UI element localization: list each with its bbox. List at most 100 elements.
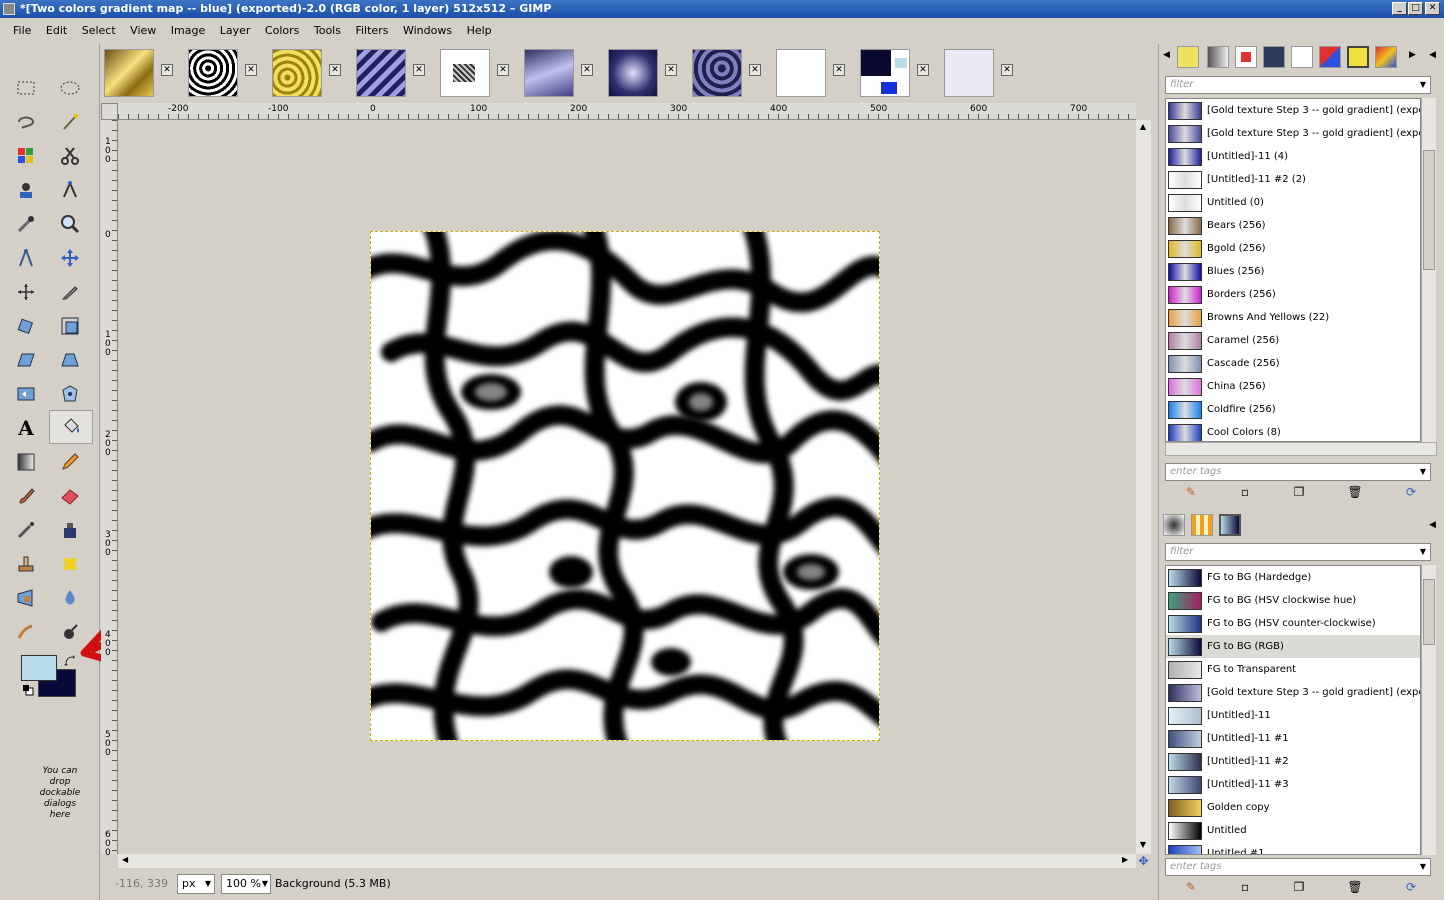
image-canvas[interactable] (370, 231, 880, 741)
palette-row[interactable]: China (256) (1166, 375, 1420, 398)
tab-scroll-left-icon[interactable]: ◀ (1163, 50, 1170, 60)
dock-menu-icon[interactable]: ◀ (1429, 50, 1436, 60)
gradient-row[interactable]: FG to BG (RGB) (1166, 635, 1420, 658)
palette-row[interactable]: [Untitled]-11 (4) (1166, 145, 1420, 168)
color-picker-tool[interactable] (9, 208, 43, 240)
blend-tool[interactable] (9, 446, 43, 478)
close-tab-icon[interactable]: ✕ (917, 64, 929, 76)
close-tab-icon[interactable]: ✕ (1001, 64, 1013, 76)
crop-tool[interactable] (53, 276, 87, 308)
tab-colormap[interactable] (1319, 46, 1341, 68)
delete-palette-icon[interactable]: 🗑 (1347, 485, 1363, 499)
alignment-tool[interactable] (9, 276, 43, 308)
gradient-row[interactable]: [Gold texture Step 3 -- gold gradient] (… (1166, 681, 1420, 704)
edit-palette-icon[interactable]: ✎ (1183, 485, 1199, 499)
palette-row[interactable]: [Untitled]-11 #2 (2) (1166, 168, 1420, 191)
palette-row[interactable]: Cool Colors (8) (1166, 421, 1420, 441)
tab-gradients[interactable] (1219, 514, 1241, 536)
perspective-tool[interactable] (53, 344, 87, 376)
duplicate-palette-icon[interactable]: ❐ (1291, 485, 1307, 499)
palette-row[interactable]: Blues (256) (1166, 260, 1420, 283)
gradients-tags[interactable]: enter tags ▼ (1165, 858, 1431, 876)
close-tab-icon[interactable]: ✕ (413, 64, 425, 76)
eraser-tool[interactable] (53, 480, 87, 512)
palettes-scrollbar[interactable] (1421, 98, 1436, 442)
gradients-list[interactable]: FG to BG (Hardedge) FG to BG (HSV clockwi… (1165, 565, 1421, 855)
image-tab-small-pattern[interactable] (440, 49, 490, 97)
ruler-corner[interactable] (101, 103, 118, 120)
scroll-right-icon[interactable]: ▶ (1122, 855, 1134, 867)
scroll-left-icon[interactable]: ◀ (122, 855, 134, 867)
new-gradient-icon[interactable]: ▫ (1237, 880, 1253, 894)
ink-tool[interactable] (53, 514, 87, 546)
tab-fg-color[interactable] (1235, 46, 1257, 68)
measure-tool[interactable] (9, 242, 43, 274)
image-tab-navy-blocks[interactable] (860, 49, 910, 97)
menu-view[interactable]: View (130, 20, 156, 42)
image-tab-blue-metal[interactable] (524, 49, 574, 97)
close-tab-icon[interactable]: ✕ (497, 64, 509, 76)
clone-tool[interactable] (9, 548, 43, 580)
close-tab-icon[interactable]: ✕ (665, 64, 677, 76)
tab-scroll-right-icon[interactable]: ▶ (1409, 50, 1416, 60)
default-colors-icon[interactable] (22, 684, 34, 696)
foreground-color-swatch[interactable] (21, 655, 57, 681)
menu-layer[interactable]: Layer (220, 20, 251, 42)
gradient-row[interactable]: FG to Transparent (1166, 658, 1420, 681)
palettes-hscrollbar[interactable] (1165, 442, 1437, 456)
perspective-clone-tool[interactable] (9, 582, 43, 614)
palette-row[interactable]: Coldfire (256) (1166, 398, 1420, 421)
cage-transform-tool[interactable] (53, 378, 87, 410)
tab-layers[interactable] (1263, 46, 1285, 68)
vertical-scrollbar[interactable]: ▲ ▼ (1136, 120, 1151, 854)
menu-help[interactable]: Help (467, 20, 492, 42)
close-tab-icon[interactable]: ✕ (161, 64, 173, 76)
duplicate-gradient-icon[interactable]: ❐ (1291, 880, 1307, 894)
palette-row[interactable]: [Gold texture Step 3 -- gold gradient] (… (1166, 122, 1420, 145)
airbrush-tool[interactable] (9, 514, 43, 546)
image-tab-black-white-pattern[interactable] (188, 49, 238, 97)
image-tab-blue-swirl[interactable] (608, 49, 658, 97)
menu-windows[interactable]: Windows (403, 20, 452, 42)
palettes-list[interactable]: [Gold texture Step 3 -- gold gradient] (… (1165, 98, 1421, 442)
scroll-down-icon[interactable]: ▼ (1137, 840, 1149, 852)
image-tab-blue-marble[interactable] (692, 49, 742, 97)
free-select-tool[interactable] (9, 106, 43, 138)
rect-select-tool[interactable] (9, 72, 43, 104)
move-tool[interactable] (53, 242, 87, 274)
palettes-tags[interactable]: enter tags ▼ (1165, 463, 1431, 481)
scale-tool[interactable] (53, 310, 87, 342)
palette-row[interactable]: Cascade (256) (1166, 352, 1420, 375)
image-tab-blue-stripes[interactable] (356, 49, 406, 97)
close-button[interactable]: ✕ (1425, 2, 1440, 15)
image-tab-gold-bumpy[interactable] (272, 49, 322, 97)
menu-file[interactable]: File (13, 20, 31, 42)
gradient-row[interactable]: [Untitled]-11 #3 (1166, 773, 1420, 796)
tab-brushes[interactable] (1163, 514, 1185, 536)
gradient-row[interactable]: Golden copy (1166, 796, 1420, 819)
gradient-row[interactable]: [Untitled]-11 (1166, 704, 1420, 727)
tab-palette-editor[interactable] (1375, 46, 1397, 68)
scroll-thumb[interactable] (1423, 579, 1435, 645)
zoom-select[interactable]: 100 % ▼ (221, 874, 271, 894)
text-tool[interactable]: A (9, 412, 43, 444)
paintbrush-tool[interactable] (9, 480, 43, 512)
pencil-tool[interactable] (53, 446, 87, 478)
minimize-button[interactable]: _ (1392, 2, 1407, 15)
select-by-color-tool[interactable] (9, 140, 43, 172)
menu-filters[interactable]: Filters (355, 20, 388, 42)
gradient-row[interactable]: Untitled (1166, 819, 1420, 842)
paths-tool[interactable] (53, 174, 87, 206)
menu-edit[interactable]: Edit (46, 20, 67, 42)
tab-paths[interactable] (1291, 46, 1313, 68)
navigate-icon[interactable]: ✥ (1136, 854, 1151, 868)
gradient-row[interactable]: [Untitled]-11 #2 (1166, 750, 1420, 773)
menu-tools[interactable]: Tools (314, 20, 341, 42)
palette-row[interactable]: Caramel (256) (1166, 329, 1420, 352)
gradient-row[interactable]: FG to BG (Hardedge) (1166, 566, 1420, 589)
tab-patterns[interactable] (1191, 514, 1213, 536)
scissors-select-tool[interactable] (53, 140, 87, 172)
menu-colors[interactable]: Colors (265, 20, 299, 42)
gradient-row[interactable]: FG to BG (HSV clockwise hue) (1166, 589, 1420, 612)
gradient-row[interactable]: FG to BG (HSV counter-clockwise) (1166, 612, 1420, 635)
